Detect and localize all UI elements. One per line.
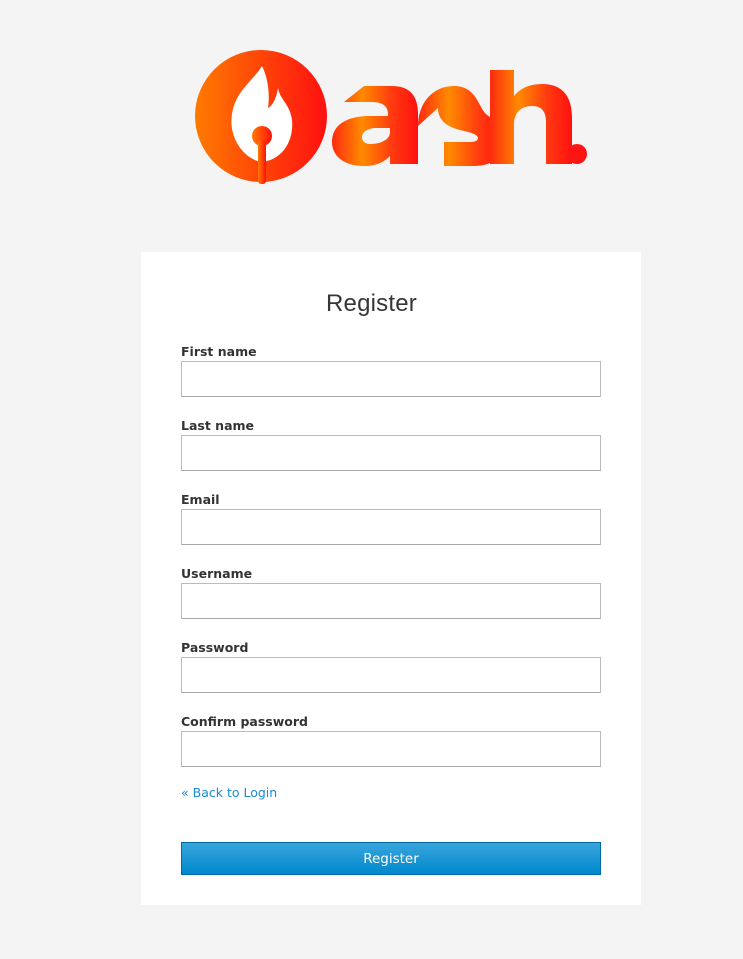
first-name-field[interactable] xyxy=(181,361,601,397)
username-field[interactable] xyxy=(181,583,601,619)
page-title: Register xyxy=(326,290,417,317)
ash-wordmark xyxy=(332,70,587,166)
username-label: Username xyxy=(181,566,253,581)
password-field[interactable] xyxy=(181,657,601,693)
flame-icon xyxy=(195,50,327,184)
last-name-field[interactable] xyxy=(181,435,601,471)
ash-logo xyxy=(195,50,587,184)
confirm-password-label: Confirm password xyxy=(181,714,308,729)
first-name-label: First name xyxy=(181,344,257,359)
confirm-password-field[interactable] xyxy=(181,731,601,767)
email-label: Email xyxy=(181,492,220,507)
register-button[interactable]: Register xyxy=(181,842,601,875)
last-name-label: Last name xyxy=(181,418,255,433)
email-field[interactable] xyxy=(181,509,601,545)
back-to-login-link[interactable]: « Back to Login xyxy=(181,785,277,800)
password-label: Password xyxy=(181,640,249,655)
